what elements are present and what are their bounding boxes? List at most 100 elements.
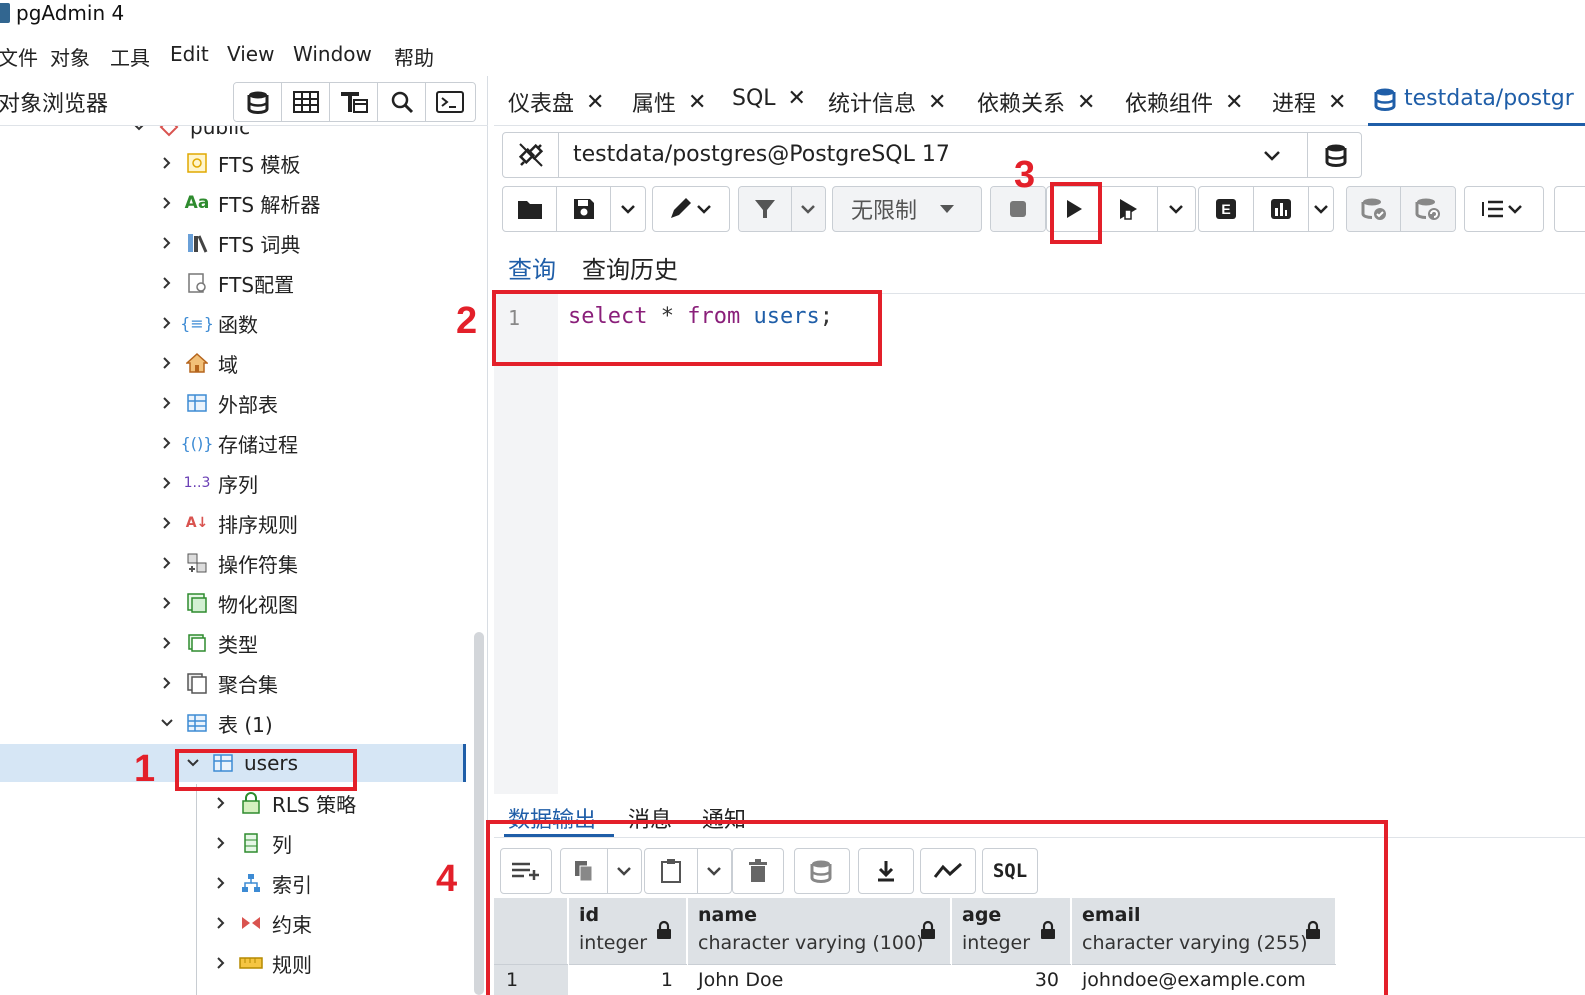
sql-editor[interactable]: 1 select * from users; <box>494 294 1585 794</box>
chevron-right-icon[interactable] <box>160 636 174 650</box>
chevron-down-icon[interactable] <box>1263 147 1281 166</box>
line-chart-icon[interactable] <box>921 849 975 893</box>
chevron-down-icon[interactable] <box>611 187 645 231</box>
chevron-right-icon[interactable] <box>160 516 174 530</box>
explain-analyze-icon[interactable] <box>1254 187 1310 231</box>
tree-item-domains[interactable]: 域 <box>160 344 238 382</box>
chevron-right-icon[interactable] <box>160 596 174 610</box>
chevron-right-icon[interactable] <box>214 796 228 810</box>
tab-query[interactable]: 查询 <box>508 250 556 285</box>
menu-edit[interactable]: Edit <box>170 42 209 66</box>
chevron-right-icon[interactable] <box>160 276 174 290</box>
menu-object[interactable]: 对象 <box>50 42 90 71</box>
chevron-right-icon[interactable] <box>160 196 174 210</box>
tab-processes[interactable]: 进程 ✕ <box>1272 86 1346 118</box>
close-icon[interactable]: ✕ <box>788 86 806 111</box>
chevron-down-icon[interactable] <box>132 126 146 134</box>
database-icon[interactable] <box>234 83 282 121</box>
query-tool-icon[interactable] <box>330 83 378 121</box>
tree-item-materialized-views[interactable]: 物化视图 <box>160 584 298 622</box>
menu-view[interactable]: View <box>227 42 274 66</box>
table-cell[interactable]: 1 <box>569 964 687 995</box>
tab-query-history[interactable]: 查询历史 <box>582 250 678 285</box>
tree-item-rules[interactable]: 规则 <box>214 944 312 982</box>
search-icon[interactable] <box>378 83 426 121</box>
chevron-down-icon[interactable] <box>608 849 641 893</box>
chevron-right-icon[interactable] <box>214 876 228 890</box>
tree-item-tables[interactable]: 表 (1) <box>160 704 273 742</box>
chevron-right-icon[interactable] <box>214 836 228 850</box>
chevron-right-icon[interactable] <box>160 676 174 690</box>
explain-icon[interactable]: E <box>1199 187 1255 231</box>
more-icon[interactable] <box>1555 187 1585 231</box>
close-icon[interactable]: ✕ <box>1225 90 1243 115</box>
close-icon[interactable]: ✕ <box>1328 90 1346 115</box>
chevron-right-icon[interactable] <box>214 916 228 930</box>
chevron-right-icon[interactable] <box>160 556 174 570</box>
terminal-icon[interactable] <box>426 83 474 121</box>
save-data-icon[interactable] <box>795 849 849 893</box>
row-limit-select[interactable]: 无限制 <box>832 186 982 232</box>
chevron-right-icon[interactable] <box>160 356 174 370</box>
chevron-down-icon[interactable] <box>1158 187 1195 231</box>
menu-tools[interactable]: 工具 <box>110 42 150 71</box>
tab-messages[interactable]: 消息 <box>628 802 672 834</box>
list-icon[interactable] <box>1465 187 1543 231</box>
database-icon[interactable] <box>1307 133 1363 177</box>
tab-dependencies[interactable]: 依赖关系 ✕ <box>977 86 1095 118</box>
tree-item-procedures[interactable]: {()} 存储过程 <box>160 424 298 462</box>
chevron-down-icon[interactable] <box>791 187 825 231</box>
column-header-age[interactable]: age integer <box>952 898 1071 964</box>
connection-status-icon[interactable] <box>503 133 559 177</box>
download-button[interactable] <box>858 848 914 894</box>
execute-script-icon[interactable] <box>1102 187 1158 231</box>
tree-item-foreign-tables[interactable]: 外部表 <box>160 384 278 422</box>
chevron-right-icon[interactable] <box>160 476 174 490</box>
column-header-email[interactable]: email character varying (255) <box>1072 898 1336 964</box>
menu-help[interactable]: 帮助 <box>394 42 434 71</box>
close-icon[interactable]: ✕ <box>586 90 604 115</box>
connection-selector[interactable]: testdata/postgres@PostgreSQL 17 <box>502 132 1362 178</box>
chevron-right-icon[interactable] <box>160 316 174 330</box>
column-header-name[interactable]: name character varying (100) <box>688 898 951 964</box>
table-cell[interactable]: johndoe@example.com <box>1072 964 1336 995</box>
tree-item-fts-config[interactable]: FTS配置 <box>160 264 294 302</box>
add-row-icon[interactable] <box>501 849 551 893</box>
tab-statistics[interactable]: 统计信息 ✕ <box>828 86 946 118</box>
close-icon[interactable]: ✕ <box>1077 90 1095 115</box>
extra-button[interactable] <box>1554 186 1585 232</box>
save-data-button[interactable] <box>794 848 850 894</box>
tree-item-columns[interactable]: 列 <box>214 824 292 862</box>
tree-scrollbar[interactable] <box>474 632 484 995</box>
paste-icon[interactable] <box>645 849 698 893</box>
tab-sql[interactable]: SQL ✕ <box>732 86 806 111</box>
commit-icon[interactable] <box>1347 187 1402 231</box>
open-file-icon[interactable] <box>503 187 558 231</box>
tree-item-types[interactable]: 类型 <box>160 624 258 662</box>
tab-properties[interactable]: 属性 ✕ <box>632 86 706 118</box>
close-icon[interactable]: ✕ <box>688 90 706 115</box>
chevron-down-icon[interactable] <box>698 849 731 893</box>
execute-play-icon[interactable] <box>1047 187 1103 231</box>
tree-item-fts-template[interactable]: FTS 模板 <box>160 144 300 182</box>
chevron-right-icon[interactable] <box>160 396 174 410</box>
sql-code-line[interactable]: select * from users; <box>568 304 833 329</box>
tree-item-collations[interactable]: A↓ 排序规则 <box>160 504 298 542</box>
column-header-id[interactable]: id integer <box>569 898 687 964</box>
rollback-icon[interactable] <box>1401 187 1455 231</box>
chevron-down-icon[interactable] <box>160 716 174 730</box>
tab-notifications[interactable]: 通知 <box>702 802 746 834</box>
tree-item-public[interactable]: public <box>132 126 250 146</box>
tab-dependents[interactable]: 依赖组件 ✕ <box>1125 86 1243 118</box>
table-cell[interactable]: 30 <box>952 964 1071 995</box>
table-cell[interactable]: John Doe <box>688 964 951 995</box>
add-row-button[interactable] <box>500 848 552 894</box>
menu-window[interactable]: Window <box>293 42 372 66</box>
chevron-right-icon[interactable] <box>160 156 174 170</box>
tree-item-fts-parser[interactable]: Aa FTS 解析器 <box>160 184 320 222</box>
tree-item-sequences[interactable]: 1..3 序列 <box>160 464 258 502</box>
chevron-down-icon[interactable] <box>1309 187 1333 231</box>
trash-icon[interactable] <box>733 849 783 893</box>
chevron-right-icon[interactable] <box>160 436 174 450</box>
tree-item-rls-policies[interactable]: RLS 策略 <box>214 784 356 822</box>
